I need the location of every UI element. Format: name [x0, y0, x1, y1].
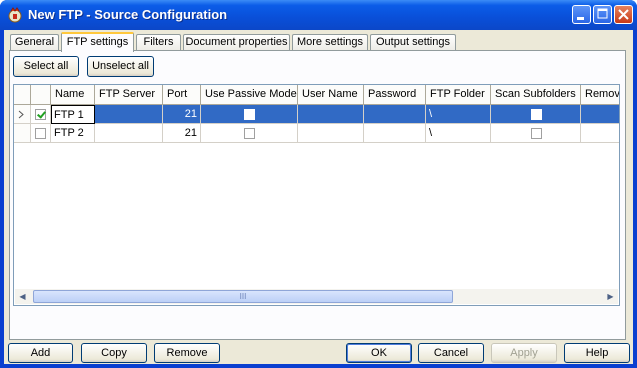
scan-checkbox[interactable]: [531, 128, 542, 139]
tab-output-settings[interactable]: Output settings: [370, 34, 456, 51]
scan-checkbox[interactable]: [531, 109, 542, 120]
row-indicator[interactable]: [14, 105, 31, 124]
row-header-corner: [14, 85, 31, 105]
header-scan-subfolders[interactable]: Scan Subfolders: [491, 85, 581, 105]
cancel-button[interactable]: Cancel: [418, 343, 484, 363]
tab-filters[interactable]: Filters: [136, 34, 181, 51]
server-cell[interactable]: [95, 105, 163, 124]
minimize-icon: [577, 17, 584, 20]
header-port[interactable]: Port: [163, 85, 201, 105]
remove-cell[interactable]: [581, 105, 619, 124]
tab-general[interactable]: General: [10, 34, 59, 51]
select-all-button[interactable]: Select all: [13, 56, 79, 77]
user-cell[interactable]: [298, 124, 364, 143]
scroll-left-arrow-icon[interactable]: ◀: [15, 289, 30, 304]
folder-cell[interactable]: \: [426, 124, 491, 143]
maximize-button[interactable]: [593, 5, 612, 24]
scroll-grip-icon: III: [239, 292, 247, 301]
name-cell[interactable]: FTP 2: [51, 124, 95, 143]
row-check-cell[interactable]: [31, 124, 51, 143]
tab-document-properties[interactable]: Document properties: [183, 34, 290, 51]
passive-cell[interactable]: [201, 124, 298, 143]
ftp-settings-panel: Select all Unselect all Name FTP Server …: [9, 50, 626, 340]
copy-button[interactable]: Copy: [81, 343, 147, 363]
port-cell[interactable]: 21: [163, 105, 201, 124]
header-password[interactable]: Password: [364, 85, 426, 105]
scroll-right-arrow-icon[interactable]: ▶: [603, 289, 618, 304]
grid-header: Name FTP Server Port Use Passive Mode Us…: [14, 85, 619, 106]
close-icon: [618, 9, 629, 20]
header-check[interactable]: [31, 85, 51, 105]
folder-cell[interactable]: \: [426, 105, 491, 124]
header-user-name[interactable]: User Name: [298, 85, 364, 105]
header-ftp-folder[interactable]: FTP Folder: [426, 85, 491, 105]
passive-cell[interactable]: [201, 105, 298, 124]
current-row-arrow-icon: [18, 110, 24, 119]
tab-more-settings[interactable]: More settings: [292, 34, 368, 51]
close-button[interactable]: [614, 5, 633, 24]
row-indicator[interactable]: [14, 124, 31, 143]
apply-button[interactable]: Apply: [491, 343, 557, 363]
horizontal-scrollbar[interactable]: ◀ III ▶: [15, 289, 618, 304]
row-checkbox[interactable]: [35, 109, 46, 120]
passive-checkbox[interactable]: [244, 128, 255, 139]
window-title: New FTP - Source Configuration: [28, 7, 228, 22]
header-remove[interactable]: Remove: [581, 85, 619, 105]
dialog-window: New FTP - Source Configuration General F…: [0, 0, 637, 368]
scan-cell[interactable]: [491, 105, 581, 124]
row-checkbox[interactable]: [35, 128, 46, 139]
table-row[interactable]: FTP 2 21 \: [14, 124, 619, 143]
scroll-thumb[interactable]: III: [33, 290, 453, 303]
remove-cell[interactable]: [581, 124, 619, 143]
header-ftp-server[interactable]: FTP Server: [95, 85, 163, 105]
ftp-grid[interactable]: Name FTP Server Port Use Passive Mode Us…: [13, 84, 620, 306]
help-button[interactable]: Help: [564, 343, 630, 363]
server-cell[interactable]: [95, 124, 163, 143]
dialog-client: General FTP settings Filters Document pr…: [4, 30, 633, 364]
header-name[interactable]: Name: [51, 85, 95, 105]
app-icon: [8, 7, 22, 23]
scan-cell[interactable]: [491, 124, 581, 143]
ok-button[interactable]: OK: [346, 343, 412, 363]
password-cell[interactable]: [364, 124, 426, 143]
row-check-cell[interactable]: [31, 105, 51, 124]
remove-button[interactable]: Remove: [154, 343, 220, 363]
name-value: FTP 1: [54, 109, 84, 121]
port-cell[interactable]: 21: [163, 124, 201, 143]
title-bar[interactable]: New FTP - Source Configuration: [0, 0, 637, 30]
tab-ftp-settings[interactable]: FTP settings: [61, 32, 134, 52]
passive-checkbox[interactable]: [244, 109, 255, 120]
maximize-icon: [597, 8, 608, 19]
table-row[interactable]: FTP 1 21 \: [14, 105, 619, 124]
user-cell[interactable]: [298, 105, 364, 124]
name-cell[interactable]: FTP 1: [51, 105, 95, 124]
add-button[interactable]: Add: [8, 343, 73, 363]
minimize-button[interactable]: [572, 5, 591, 24]
header-passive-mode[interactable]: Use Passive Mode: [201, 85, 298, 105]
unselect-all-button[interactable]: Unselect all: [87, 56, 154, 77]
password-cell[interactable]: [364, 105, 426, 124]
